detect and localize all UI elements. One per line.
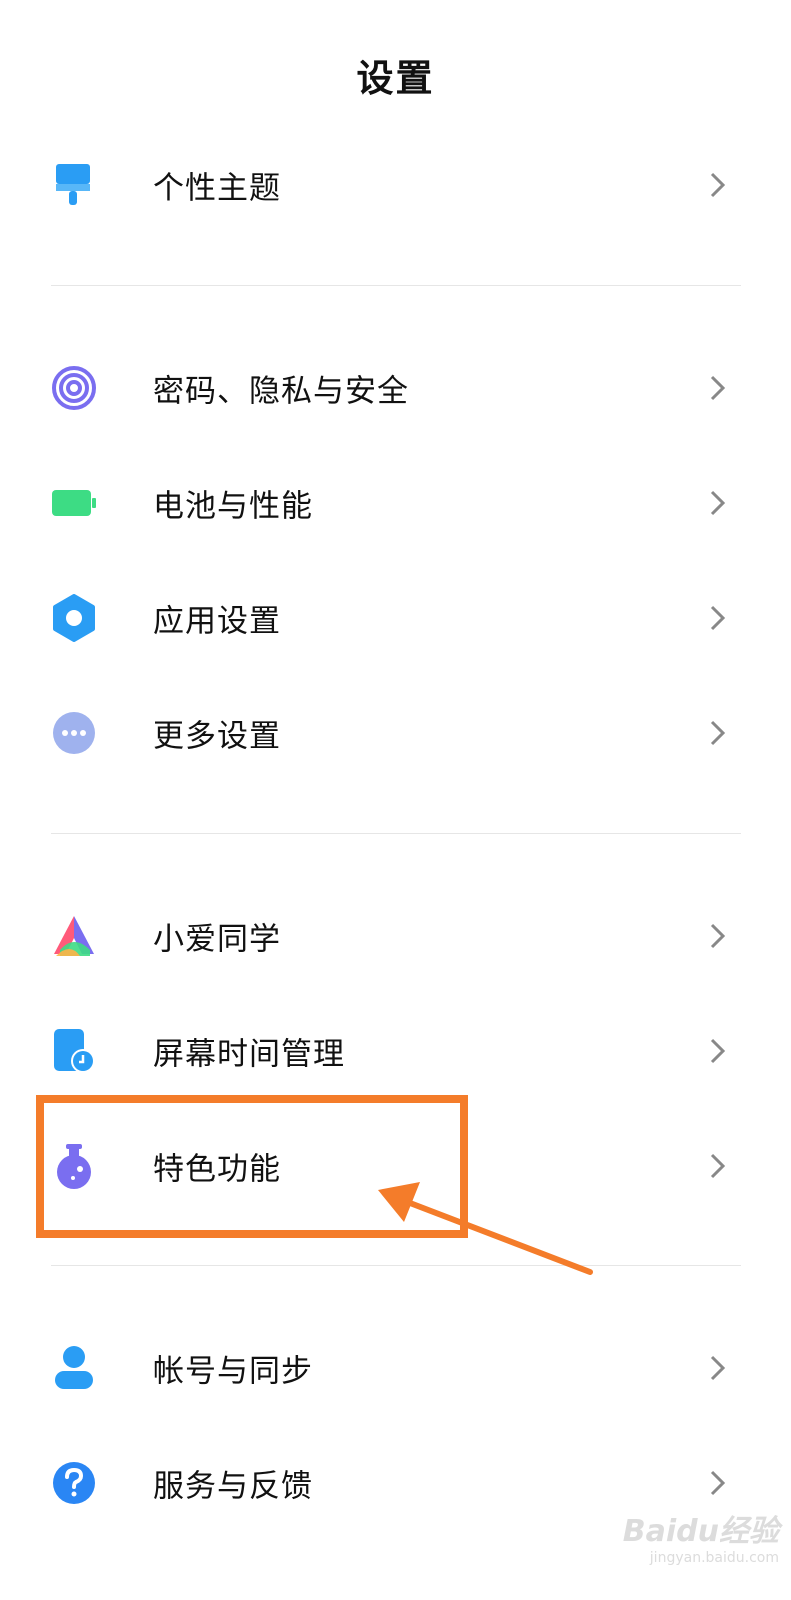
screen-time-icon: [50, 1027, 98, 1075]
settings-item-label: 个性主题: [153, 170, 281, 207]
settings-item-label: 电池与性能: [153, 488, 313, 525]
battery-icon: [50, 479, 98, 527]
settings-item-label: 帐号与同步: [153, 1353, 313, 1390]
gear-icon: [50, 594, 98, 642]
paint-brush-icon: [50, 161, 98, 209]
help-icon: [50, 1459, 98, 1507]
settings-item-battery[interactable]: 电池与性能: [0, 448, 791, 558]
settings-item-screen-time[interactable]: 屏幕时间管理: [0, 996, 791, 1106]
chevron-right-icon: [707, 921, 729, 951]
settings-item-theme[interactable]: 个性主题: [0, 130, 791, 240]
chevron-right-icon: [707, 488, 729, 518]
more-dots-icon: [50, 709, 98, 757]
chevron-right-icon: [707, 603, 729, 633]
watermark-sub: jingyan.baidu.com: [649, 1550, 779, 1566]
settings-item-account-sync[interactable]: 帐号与同步: [0, 1313, 791, 1423]
chevron-right-icon: [707, 718, 729, 748]
settings-item-xiaoai[interactable]: 小爱同学: [0, 881, 791, 991]
settings-item-label: 服务与反馈: [153, 1468, 313, 1505]
section-divider: [51, 833, 741, 834]
settings-item-label: 屏幕时间管理: [153, 1036, 345, 1073]
watermark-logo: Baidu经验 jingyan.baidu.com: [579, 1506, 779, 1586]
settings-item-label: 小爱同学: [153, 921, 281, 958]
chevron-right-icon: [707, 1151, 729, 1181]
settings-item-app-settings[interactable]: 应用设置: [0, 563, 791, 673]
settings-item-privacy[interactable]: 密码、隐私与安全: [0, 333, 791, 443]
settings-item-label: 密码、隐私与安全: [153, 373, 409, 410]
highlight-box: [36, 1095, 468, 1238]
chevron-right-icon: [707, 1468, 729, 1498]
section-divider: [51, 285, 741, 286]
xiaoai-icon: [50, 912, 98, 960]
settings-item-more[interactable]: 更多设置: [0, 678, 791, 788]
chevron-right-icon: [707, 1353, 729, 1383]
fingerprint-icon: [50, 364, 98, 412]
watermark-main: Baidu经验: [622, 1514, 779, 1549]
section-divider: [51, 1265, 741, 1266]
chevron-right-icon: [707, 1036, 729, 1066]
page-title: 设置: [356, 57, 435, 100]
user-icon: [50, 1344, 98, 1392]
settings-item-label: 更多设置: [153, 718, 281, 755]
chevron-right-icon: [707, 170, 729, 200]
settings-item-label: 应用设置: [153, 603, 281, 640]
chevron-right-icon: [707, 373, 729, 403]
